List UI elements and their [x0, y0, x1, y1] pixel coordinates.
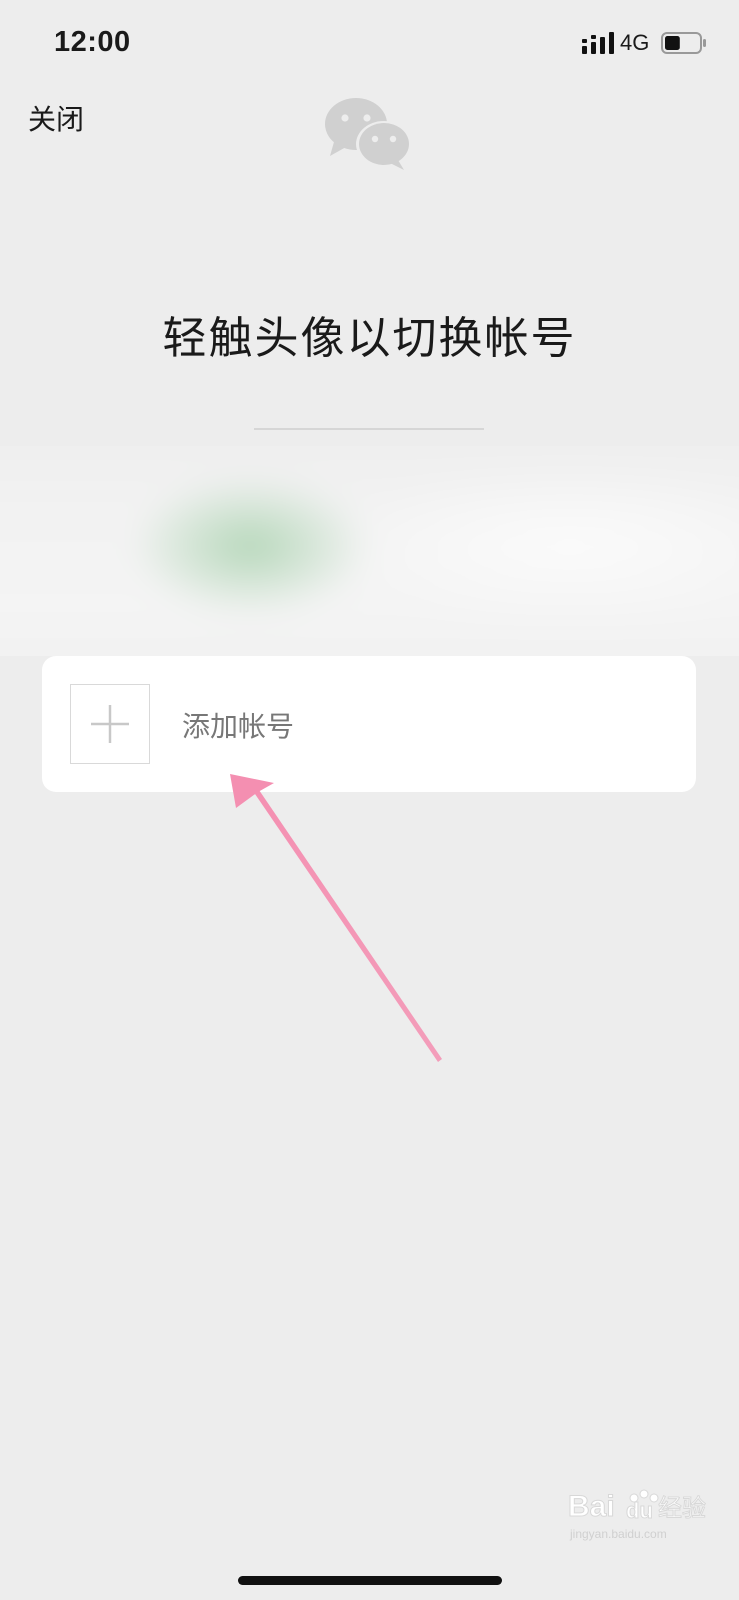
- baidu-jingyan-watermark-logo: Bai du 经验 jingyan.baidu.com: [568, 1489, 707, 1541]
- home-indicator[interactable]: [238, 1576, 502, 1585]
- status-time: 12:00: [54, 26, 131, 58]
- signal-strength-icon: [582, 32, 614, 54]
- add-account-label: 添加帐号: [182, 710, 295, 743]
- battery-icon: [661, 32, 706, 54]
- status-bar: 12:00 4G: [0, 0, 739, 90]
- svg-text:du: du: [626, 1498, 653, 1523]
- svg-text:经验: 经验: [658, 1494, 706, 1522]
- add-account-plus-box: [70, 684, 150, 764]
- plus-icon: [91, 705, 129, 743]
- close-button[interactable]: 关闭: [28, 98, 84, 138]
- add-account-button[interactable]: 添加帐号: [42, 656, 696, 792]
- wechat-logo-icon: [325, 98, 412, 170]
- page-title: 轻触头像以切换帐号: [162, 313, 577, 364]
- network-type-label: 4G: [620, 30, 650, 55]
- account-avatar-strip[interactable]: [0, 446, 739, 656]
- svg-text:jingyan.baidu.com: jingyan.baidu.com: [569, 1527, 667, 1541]
- title-divider: [254, 428, 484, 430]
- annotation-arrow-icon: [230, 774, 442, 1062]
- svg-text:Bai: Bai: [568, 1490, 615, 1523]
- blurred-account-avatar: [0, 446, 739, 656]
